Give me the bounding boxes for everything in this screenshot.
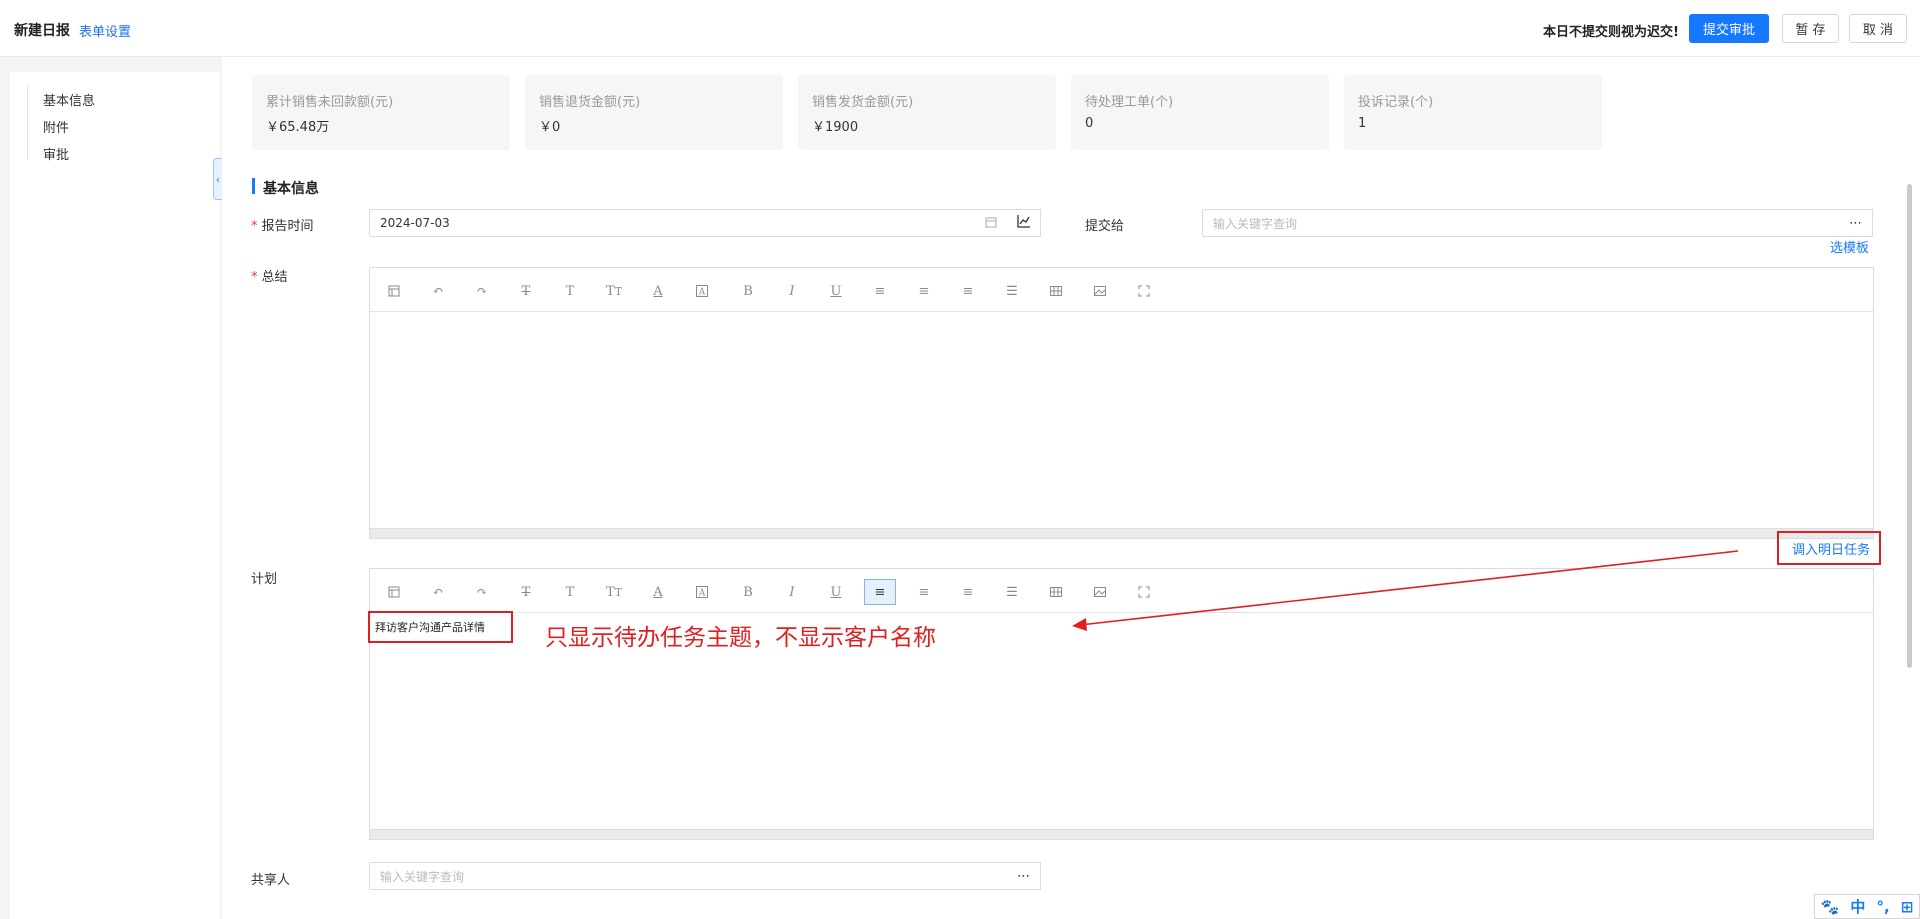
grid-icon[interactable]: ⊞ bbox=[1901, 898, 1914, 916]
share-input[interactable]: 输入关键字查询 bbox=[369, 862, 1008, 890]
ime-punctuation[interactable]: °, bbox=[1877, 898, 1890, 916]
share-label: 共享人 bbox=[251, 873, 291, 888]
ime-toolbar[interactable]: 🐾 中 °, ⊞ bbox=[1814, 894, 1920, 919]
share-placeholder: 输入关键字查询 bbox=[380, 869, 465, 884]
annotation-arrow bbox=[1072, 550, 1739, 631]
ellipsis-icon: ⋯ bbox=[1017, 868, 1030, 884]
share-picker-button[interactable]: ⋯ bbox=[1007, 862, 1041, 890]
ime-language[interactable]: 中 bbox=[1850, 896, 1865, 917]
paw-icon[interactable]: 🐾 bbox=[1821, 898, 1840, 916]
